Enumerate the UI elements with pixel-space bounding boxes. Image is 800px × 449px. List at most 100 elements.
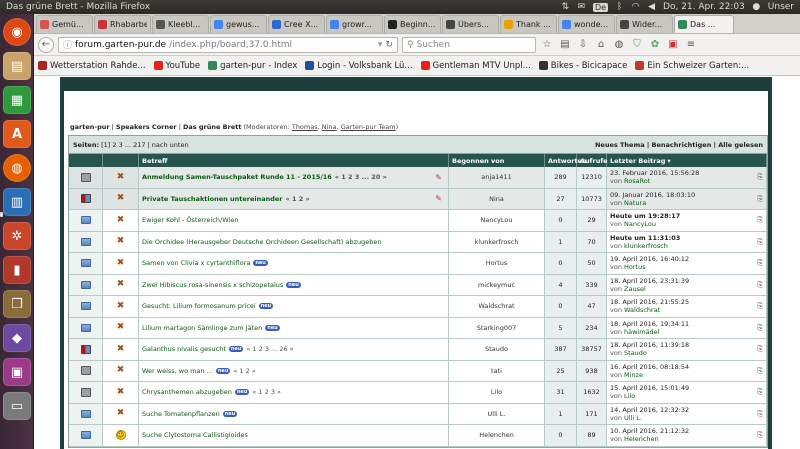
- topic-pages[interactable]: « 1 2 3 ... 26 »: [246, 345, 293, 353]
- writer-document-icon[interactable]: ▥: [3, 188, 31, 216]
- wifi-icon[interactable]: ◠: [631, 2, 640, 12]
- last-post-author[interactable]: RosaRot: [624, 177, 650, 185]
- topic-subject-cell[interactable]: Die Orchidee (Herausgeber Deutsche Orchi…: [139, 231, 449, 252]
- bookmark-item[interactable]: Ein Schweizer Garten:...: [635, 61, 749, 71]
- bookmark-item[interactable]: Login - Volksbank Lü...: [305, 61, 413, 71]
- topic-subject-cell[interactable]: Suche Tomatenpflanzen neu: [139, 403, 449, 424]
- reader-view-icon[interactable]: ▾: [378, 40, 383, 50]
- last-post-icon[interactable]: ⎘: [757, 259, 763, 267]
- tab-12[interactable]: Das ...: [674, 15, 734, 33]
- page-links[interactable]: [1] 2 3 ... 217 | nach unten: [99, 141, 188, 149]
- topic-title-link[interactable]: Zwei Hibiscus rosa-sinensis x schizopeta…: [142, 281, 283, 289]
- last-post-icon[interactable]: ⎘: [757, 195, 763, 203]
- tab-1[interactable]: Gemü...: [36, 15, 93, 33]
- extension-icon[interactable]: ✿: [648, 38, 662, 52]
- clock[interactable]: Do, 21. Apr. 22:03: [663, 2, 745, 12]
- terminal-icon[interactable]: ▮: [3, 256, 31, 284]
- col-views[interactable]: Aufrufe: [577, 154, 608, 167]
- col-starter[interactable]: Begonnen von: [449, 154, 545, 167]
- tab-3[interactable]: Kleebl...: [152, 15, 209, 33]
- addon-icon[interactable]: ▣: [666, 38, 680, 52]
- topic-title-link[interactable]: Samen von Clivia x cyrtanthiflora: [142, 259, 250, 267]
- topic-starter[interactable]: Ulli L.: [449, 403, 545, 424]
- topic-subject-cell[interactable]: Chrysanthemen abzugeben neu « 1 2 3 »: [139, 382, 449, 403]
- menu-icon[interactable]: ≡: [684, 38, 698, 52]
- last-post-icon[interactable]: ⎘: [757, 388, 763, 396]
- tab-9[interactable]: Thank ...: [500, 15, 557, 33]
- topic-subject-cell[interactable]: Anmeldung Samen-Tauschpaket Runde 11 - 2…: [139, 167, 449, 188]
- bluetooth-icon[interactable]: ᛒ: [615, 2, 624, 12]
- keyboard-layout[interactable]: De: [592, 2, 609, 12]
- url-bar[interactable]: ⓘ forum.garten-pur.de/index.php/board,37…: [58, 36, 398, 53]
- topic-starter[interactable]: Helenchen: [449, 425, 545, 446]
- last-post-author[interactable]: häwimädel: [624, 328, 659, 336]
- topic-starter[interactable]: Lilo: [449, 382, 545, 403]
- last-post-author[interactable]: Minze: [624, 371, 643, 379]
- last-post-icon[interactable]: ⎘: [757, 302, 763, 310]
- topic-subject-cell[interactable]: Gesucht: Lilium formosanum pricei neu: [139, 296, 449, 317]
- reading-list-icon[interactable]: ▤: [558, 38, 572, 52]
- tab-10[interactable]: wonde...: [558, 15, 615, 33]
- topic-subject-cell[interactable]: Lilium martagon Sämlinge zum Jäten neu: [139, 317, 449, 338]
- archive-icon[interactable]: ❒: [3, 290, 31, 318]
- topic-subject-cell[interactable]: Wer weiss, wo man ... neu « 1 2 »: [139, 360, 449, 381]
- topic-pages[interactable]: « 1 2 3 »: [252, 388, 281, 396]
- topic-starter[interactable]: tati: [449, 360, 545, 381]
- files-icon[interactable]: ▤: [3, 52, 31, 80]
- last-post-author[interactable]: Lilo: [624, 392, 635, 400]
- search-input[interactable]: Suchen: [417, 40, 450, 50]
- tab-8[interactable]: Übers...: [442, 15, 499, 33]
- topic-starter[interactable]: Hortus: [449, 253, 545, 274]
- last-post-author[interactable]: Helenchen: [624, 435, 659, 443]
- last-post-author[interactable]: Waldschrat: [624, 306, 660, 314]
- topic-subject-cell[interactable]: Suche Clytostoma Callistigioides: [139, 425, 449, 446]
- reload-icon[interactable]: ↻: [385, 40, 393, 50]
- col-replies[interactable]: Antworten: [545, 154, 587, 167]
- last-post-author[interactable]: Hortus: [624, 263, 646, 271]
- topic-starter[interactable]: Waldschrat: [449, 296, 545, 317]
- search-bar[interactable]: ⚲ Suchen: [402, 36, 536, 53]
- topic-title-link[interactable]: Gesucht: Lilium formosanum pricei: [142, 302, 256, 310]
- last-post-icon[interactable]: ⎘: [757, 410, 763, 418]
- topic-title-link[interactable]: Suche Clytostoma Callistigioides: [142, 431, 248, 439]
- topic-title-link[interactable]: Galanthus nivalis gesucht: [142, 345, 226, 353]
- topic-pages[interactable]: « 1 2 3 ... 20 »: [335, 173, 387, 181]
- topic-starter[interactable]: NancyLou: [449, 210, 545, 231]
- topic-subject-cell[interactable]: Samen von Clivia x cyrtanthiflora neu: [139, 253, 449, 274]
- last-post-icon[interactable]: ⎘: [757, 324, 763, 332]
- tab-7[interactable]: Beginn...: [384, 15, 441, 33]
- last-post-icon[interactable]: ⎘: [757, 431, 763, 439]
- topic-title-link[interactable]: Wer weiss, wo man ...: [142, 367, 213, 375]
- topic-pages[interactable]: « 1 2 »: [233, 367, 255, 375]
- last-post-author[interactable]: Ulli L.: [624, 414, 642, 422]
- last-post-icon[interactable]: ⎘: [757, 173, 763, 181]
- last-post-icon[interactable]: ⎘: [757, 367, 763, 375]
- moderator-link[interactable]: Thomas: [292, 123, 318, 131]
- last-post-icon[interactable]: ⎘: [757, 216, 763, 224]
- shield-icon[interactable]: ⛉: [630, 38, 644, 52]
- last-post-author[interactable]: Natura: [624, 199, 646, 207]
- last-post-author[interactable]: NancyLou: [624, 220, 656, 228]
- topic-pages[interactable]: « 1 2 »: [286, 195, 310, 203]
- topic-title-link[interactable]: Lilium martagon Sämlinge zum Jäten: [142, 324, 262, 332]
- last-post-icon[interactable]: ⎘: [757, 238, 763, 246]
- back-button[interactable]: ←: [38, 36, 54, 53]
- tab-11[interactable]: Wider...: [616, 15, 673, 33]
- col-last-post[interactable]: Letzter Beitrag ▾: [607, 154, 767, 167]
- trash-icon[interactable]: ▭: [3, 392, 31, 420]
- breadcrumb-forum[interactable]: garten-pur: [70, 123, 110, 131]
- last-post-icon[interactable]: ⎘: [757, 281, 763, 289]
- topic-starter[interactable]: anja1411: [449, 167, 545, 188]
- topic-title-link[interactable]: Suche Tomatenpflanzen: [142, 410, 220, 418]
- bookmark-item[interactable]: Gentleman MTV Unpl...: [420, 61, 531, 71]
- tab-2[interactable]: Rhabarber: [94, 15, 151, 33]
- network-icon[interactable]: ⇅: [561, 2, 570, 12]
- bookmark-item[interactable]: Wetterstation Rahde...: [38, 61, 146, 71]
- volume-icon[interactable]: ◀: [647, 2, 656, 12]
- topic-title-link[interactable]: Chrysanthemen abzugeben: [142, 388, 232, 396]
- media-icon[interactable]: ◆: [3, 324, 31, 352]
- mail-icon[interactable]: ✉: [577, 2, 586, 12]
- home-icon[interactable]: ⌂: [594, 38, 608, 52]
- site-info-icon[interactable]: ⓘ: [63, 38, 72, 51]
- bookmark-item[interactable]: Bikes - Bicicapace: [538, 61, 627, 71]
